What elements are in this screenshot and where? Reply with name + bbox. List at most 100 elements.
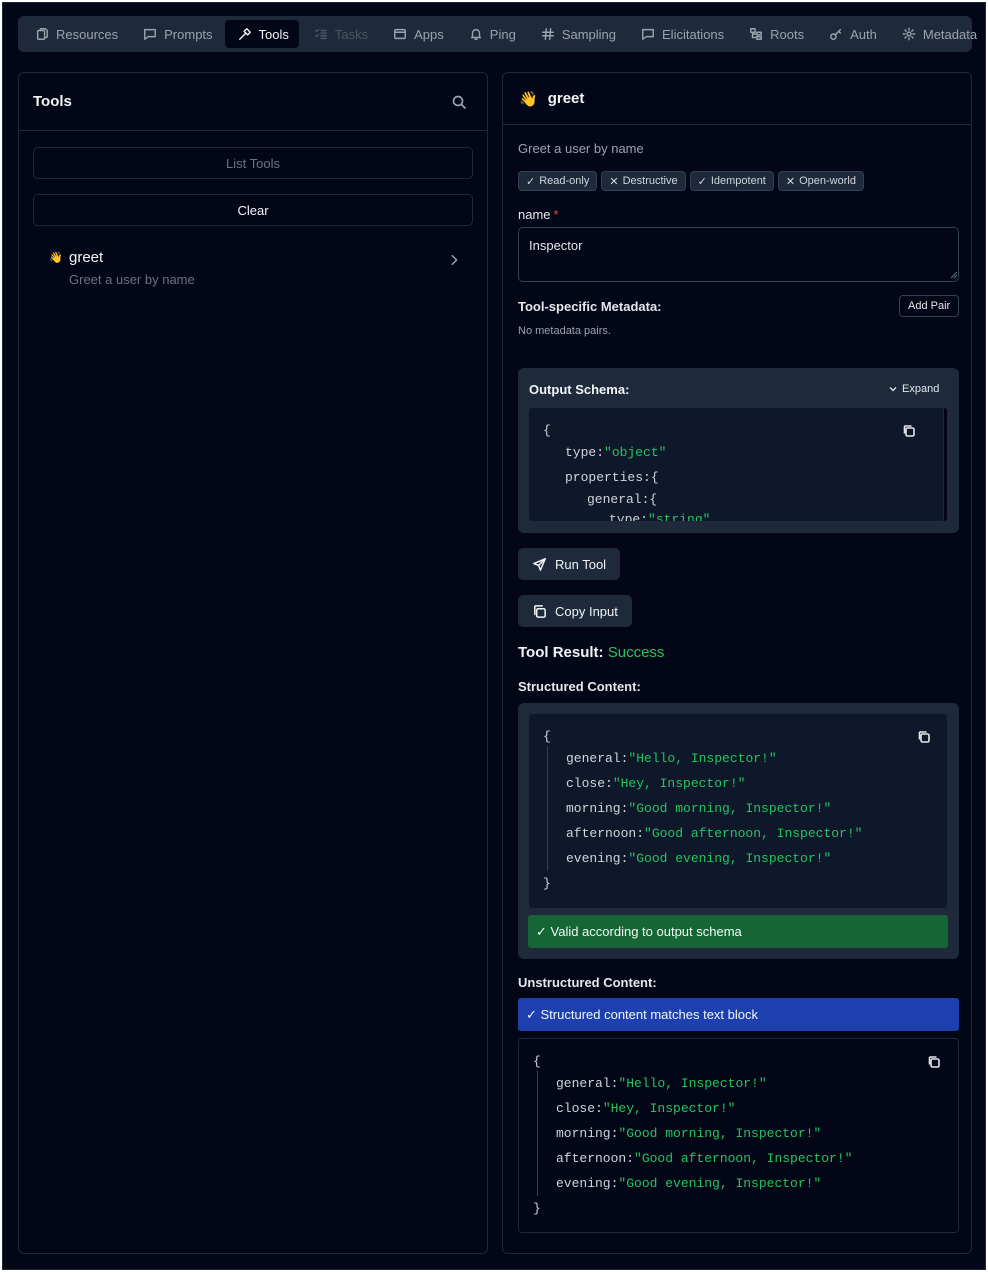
code-line: afternoon:"Good afternoon, Inspector!" [566,821,862,846]
list-tools-button[interactable]: List Tools [33,147,473,179]
code-string: "Good morning, Inspector!" [618,1126,822,1141]
list-checks-icon [314,28,327,40]
copy-input-button[interactable]: Copy Input [518,595,632,627]
schema-code-lines: { type:"object" properties:{ general:{ t… [543,418,711,522]
tab-label: Roots [770,26,805,42]
code-key: afternoon: [556,1151,635,1166]
run-tool-label: Run Tool [555,556,607,572]
output-schema-code: { type:"object" properties:{ general:{ t… [528,407,948,522]
code-string: "Hey, Inspector!" [602,1101,736,1116]
hash-icon [541,28,554,40]
copy-icon [534,604,546,618]
tab-roots[interactable]: Roots [736,20,814,48]
tab-label: Auth [850,26,877,42]
tab-auth[interactable]: Auth [816,20,887,48]
code-string: "Good morning, Inspector!" [628,801,832,816]
message-icon [144,28,157,40]
code-key: close: [566,776,613,791]
tab-label: Apps [414,26,444,42]
code-key: general: [566,751,629,766]
code-key: general: [556,1076,619,1091]
code-string: "Hello, Inspector!" [628,751,777,766]
tool-metadata-label: Tool-specific Metadata: [518,299,662,314]
output-schema-section: Output Schema: Expand { type:"object" pr… [518,368,959,533]
code-brace: } [543,876,551,891]
search-icon[interactable] [451,94,467,110]
code-key: evening: [566,851,629,866]
copy-input-label: Copy Input [555,603,618,619]
code-brace: { [649,492,658,507]
copy-icon[interactable] [902,424,916,438]
x-icon: ✕ [609,175,619,188]
tool-detail-header: 👋 greet [503,73,971,125]
tool-list-item-greet[interactable]: 👋 greet Greet a user by name [33,241,473,293]
tab-label: Tools [258,26,289,42]
bell-icon [470,28,481,40]
run-tool-button[interactable]: Run Tool [518,548,621,580]
tab-apps[interactable]: Apps [380,20,454,48]
unstructured-content-label: Unstructured Content: [518,975,657,990]
content-match-banner: ✓ Structured content matches text block [518,998,959,1031]
tab-sampling[interactable]: Sampling [528,20,626,48]
folder-tree-icon [750,28,763,40]
schema-scrollbar[interactable] [943,408,947,521]
tab-resources[interactable]: Resources [22,20,128,48]
tool-detail-panel: 👋 greet Greet a user by name ✓ Read-only … [502,72,972,1254]
tab-label: Sampling [561,26,617,42]
structured-content-section: { general:"Hello, Inspector!" close:"Hey… [518,703,959,959]
code-brace: { [543,729,551,744]
param-name: name [518,207,551,222]
structured-content-code: { general:"Hello, Inspector!" close:"Hey… [528,713,948,909]
add-pair-button[interactable]: Add Pair [899,295,960,317]
app-window: Resources Prompts Tools Tasks Apps Ping … [2,2,986,1270]
code-line: morning:"Good morning, Inspector!" [556,1121,852,1146]
tab-tasks[interactable]: Tasks [301,20,378,48]
tab-metadata[interactable]: Metadata [889,20,985,48]
code-line: } [543,871,862,896]
code-line: } [533,1196,852,1221]
code-key: type: [609,512,649,522]
code-key: general: [587,492,650,507]
code-line: afternoon:"Good afternoon, Inspector!" [556,1146,852,1171]
clear-button[interactable]: Clear [33,194,473,226]
code-line: type:"object" [543,440,710,465]
tool-result-label: Tool Result: [518,644,604,661]
code-key: type: [565,445,605,460]
gear-icon [902,27,916,41]
code-string: "string" [648,512,711,522]
code-key: morning: [556,1126,619,1141]
check-icon: ✓ [697,175,707,188]
expand-button[interactable]: Expand [888,383,939,395]
no-metadata-text: No metadata pairs. [518,325,611,337]
name-input[interactable]: Inspector [518,227,959,282]
tools-panel-title: Tools [33,93,72,110]
badge-read-only: ✓ Read-only [518,171,598,191]
message-icon [642,28,654,40]
check-icon: ✓ [526,175,536,188]
copy-icon[interactable] [917,730,931,744]
tab-ping[interactable]: Ping [456,20,526,48]
code-indent-block: general:"Hello, Inspector!" close:"Hey, … [547,746,862,871]
code-brace: { [543,423,551,438]
code-indent-block: general:"Hello, Inspector!" close:"Hey, … [537,1071,852,1196]
badge-destructive: ✕ Destructive [601,171,686,191]
tab-tools[interactable]: Tools [224,20,299,48]
code-line: general:"Hello, Inspector!" [566,746,862,771]
tab-elicitations[interactable]: Elicitations [628,20,734,48]
tab-prompts[interactable]: Prompts [130,20,222,48]
badge-open-world: ✕ Open-world [777,171,864,191]
code-string: "object" [604,445,667,460]
code-key: close: [556,1101,603,1116]
resize-handle-icon[interactable] [949,270,958,279]
name-param-label: name * [518,207,559,222]
badge-label: Open-world [799,175,856,187]
code-brace: } [533,1201,541,1216]
unstructured-content-code: { general:"Hello, Inspector!" close:"Hey… [518,1038,959,1233]
chevron-right-icon [451,254,458,266]
code-line: close:"Hey, Inspector!" [566,771,862,796]
tab-label: Elicitations [662,26,725,42]
badge-label: Idempotent [710,175,766,187]
tools-panel-header: Tools [19,73,487,131]
copy-icon[interactable] [927,1055,941,1069]
tab-label: Resources [56,26,119,42]
